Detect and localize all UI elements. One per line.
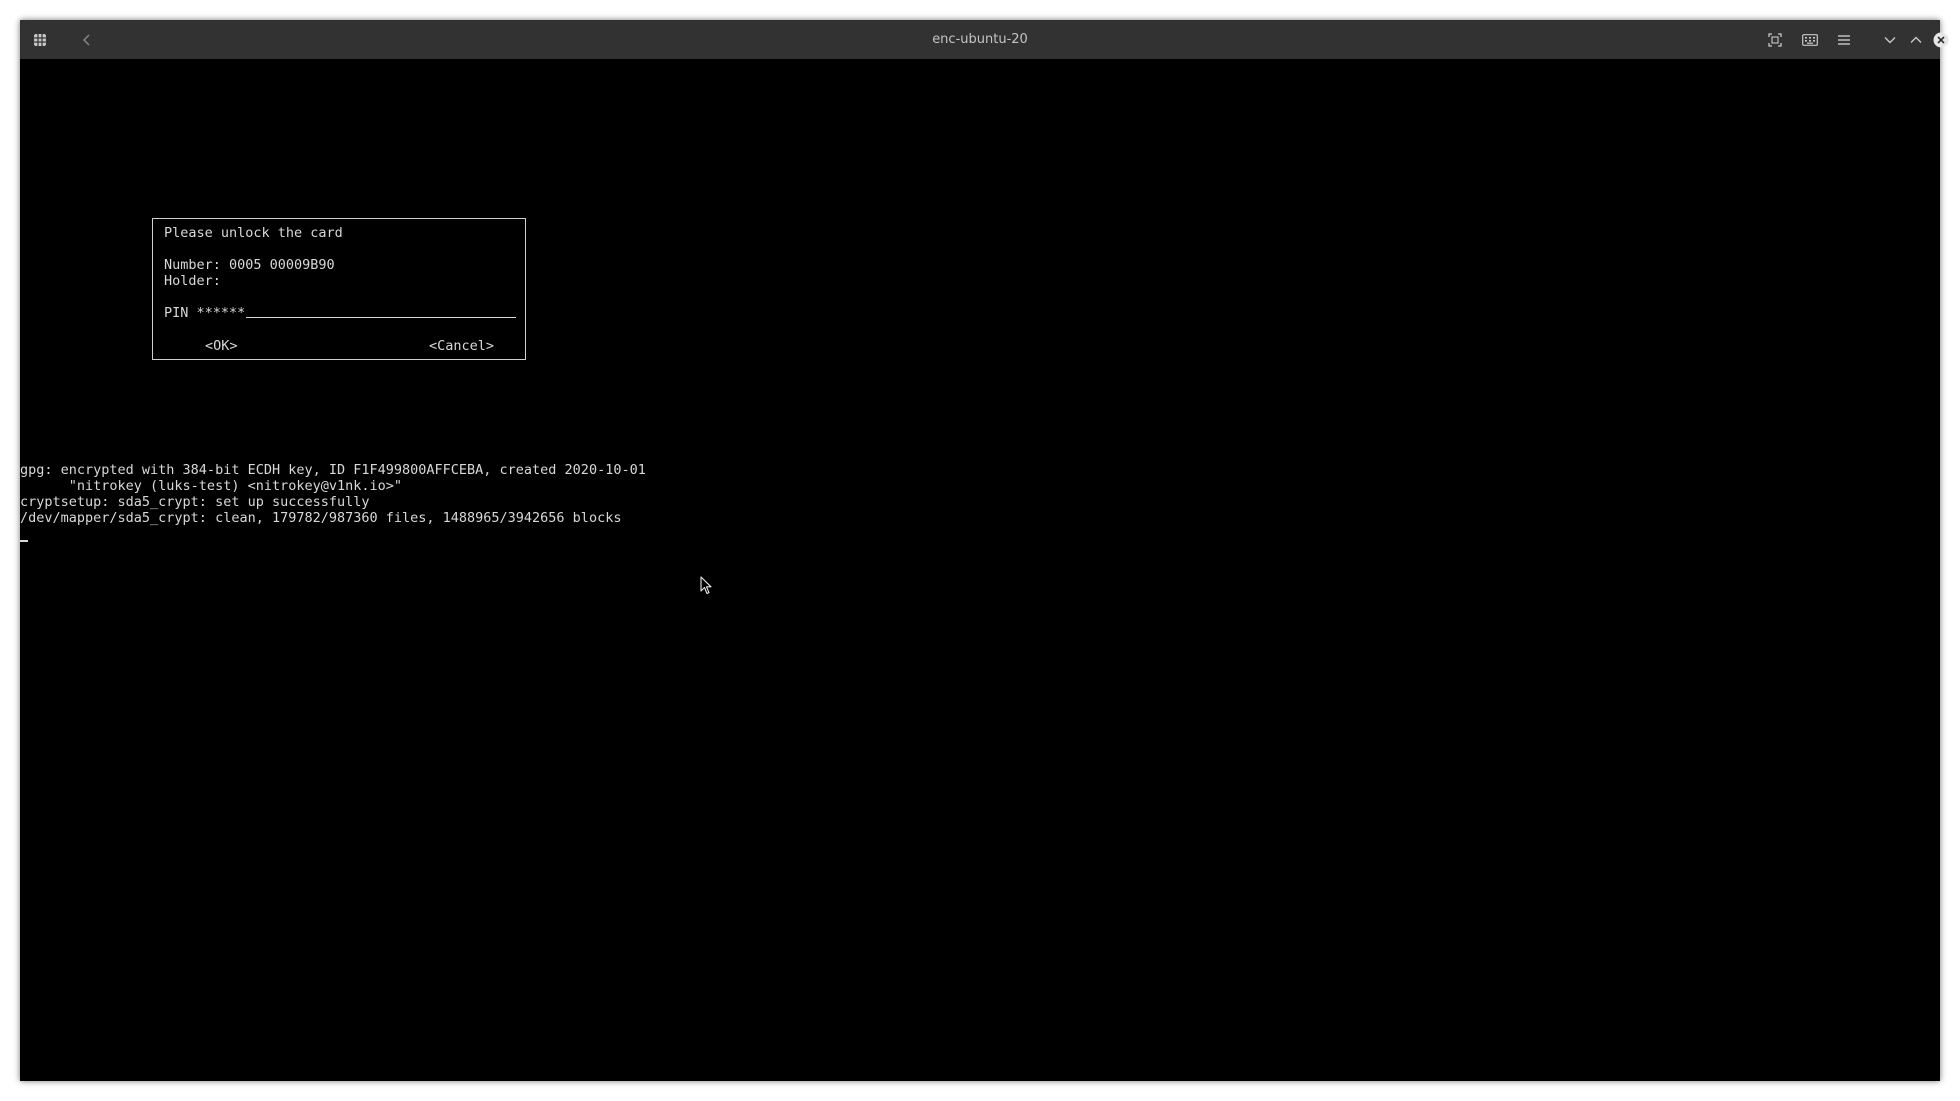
card-holder: Holder: <box>164 273 221 289</box>
dialog-title: Please unlock the card <box>164 225 343 241</box>
text-cursor <box>20 540 28 542</box>
fullscreen-icon[interactable] <box>1765 20 1785 59</box>
keyboard-icon[interactable] <box>1799 20 1821 59</box>
pin-input-row[interactable]: PIN ****** <box>164 305 516 321</box>
hamburger-menu-icon[interactable] <box>1834 20 1854 59</box>
pin-input[interactable] <box>246 305 516 318</box>
terminal-output: gpg: encrypted with 384-bit ECDH key, ID… <box>20 462 646 542</box>
terminal-screen[interactable]: Please unlock the card Number: 0005 0000… <box>20 59 1940 1081</box>
mouse-pointer-icon <box>700 576 712 599</box>
card-number: Number: 0005 00009B90 <box>164 257 335 273</box>
close-icon[interactable] <box>1932 20 1950 59</box>
window-titlebar[interactable]: enc-ubuntu-20 <box>20 20 1949 59</box>
terminal-line: "nitrokey (luks-test) <nitrokey@v1nk.io>… <box>20 478 403 494</box>
pin-entry-dialog: Please unlock the card Number: 0005 0000… <box>152 218 526 360</box>
terminal-line: gpg: encrypted with 384-bit ECDH key, ID… <box>20 462 646 478</box>
cancel-button[interactable]: <Cancel> <box>429 338 494 354</box>
window-title: enc-ubuntu-20 <box>932 32 1028 47</box>
terminal-line: /dev/mapper/sda5_crypt: clean, 179782/98… <box>20 510 622 526</box>
pin-masked-value: PIN ****** <box>164 305 246 321</box>
vm-window: enc-ubuntu-20 Please unlock the card Num… <box>20 20 1949 1081</box>
minimize-icon[interactable] <box>1881 20 1899 59</box>
terminal-line: cryptsetup: sda5_crypt: set up successfu… <box>20 494 370 510</box>
ok-button[interactable]: <OK> <box>205 338 238 354</box>
maximize-icon[interactable] <box>1907 20 1925 59</box>
